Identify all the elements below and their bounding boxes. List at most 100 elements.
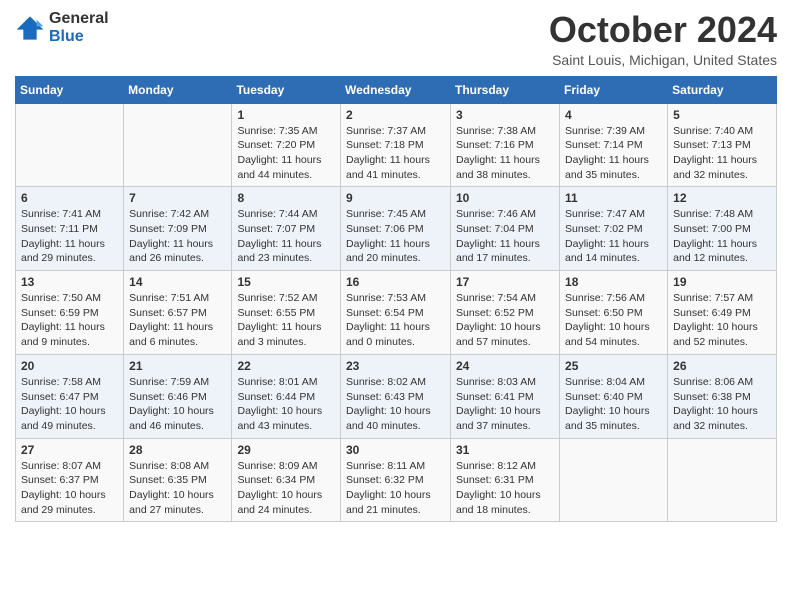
day-number: 7 bbox=[129, 191, 226, 205]
day-info: Sunrise: 7:37 AM Sunset: 7:18 PM Dayligh… bbox=[346, 124, 445, 183]
calendar-cell: 21Sunrise: 7:59 AM Sunset: 6:46 PM Dayli… bbox=[124, 354, 232, 438]
calendar-cell: 30Sunrise: 8:11 AM Sunset: 6:32 PM Dayli… bbox=[341, 438, 451, 522]
day-info: Sunrise: 7:51 AM Sunset: 6:57 PM Dayligh… bbox=[129, 291, 226, 350]
day-number: 6 bbox=[21, 191, 118, 205]
calendar-cell: 13Sunrise: 7:50 AM Sunset: 6:59 PM Dayli… bbox=[16, 271, 124, 355]
calendar-cell: 16Sunrise: 7:53 AM Sunset: 6:54 PM Dayli… bbox=[341, 271, 451, 355]
day-number: 29 bbox=[237, 443, 335, 457]
calendar-cell: 20 Sunrise: 7:58 AM Sunset: 6:47 PM Dayli… bbox=[16, 354, 124, 438]
day-info: Sunrise: 7:40 AM Sunset: 7:13 PM Dayligh… bbox=[673, 124, 771, 183]
calendar-cell: 1 Sunrise: 7:35 AM Sunset: 7:20 PM Daylig… bbox=[232, 103, 341, 187]
day-info: Sunrise: 7:35 AM Sunset: 7:20 PM Dayligh… bbox=[237, 124, 335, 183]
calendar-cell: 19Sunrise: 7:57 AM Sunset: 6:49 PM Dayli… bbox=[668, 271, 777, 355]
calendar-cell: 14 Sunrise: 7:51 AM Sunset: 6:57 PM Dayli… bbox=[124, 271, 232, 355]
calendar-cell: 25 Sunrise: 8:04 AM Sunset: 6:40 PM Dayli… bbox=[560, 354, 668, 438]
day-number: 18 bbox=[565, 275, 662, 289]
calendar-week-row: 1 Sunrise: 7:35 AM Sunset: 7:20 PM Daylig… bbox=[16, 103, 777, 187]
calendar-cell: 23 Sunrise: 8:02 AM Sunset: 6:43 PM Dayli… bbox=[341, 354, 451, 438]
day-info: Sunrise: 8:12 AM Sunset: 6:31 PM Dayligh… bbox=[456, 459, 554, 518]
day-info: Sunrise: 8:01 AM Sunset: 6:44 PM Dayligh… bbox=[237, 375, 335, 434]
calendar-cell: 8 Sunrise: 7:44 AM Sunset: 7:07 PM Daylig… bbox=[232, 187, 341, 271]
header-wednesday: Wednesday bbox=[341, 76, 451, 103]
day-number: 17 bbox=[456, 275, 554, 289]
calendar-cell bbox=[668, 438, 777, 522]
day-info: Sunrise: 7:50 AM Sunset: 6:59 PM Dayligh… bbox=[21, 291, 118, 350]
day-number: 27 bbox=[21, 443, 118, 457]
day-info: Sunrise: 7:46 AM Sunset: 7:04 PM Dayligh… bbox=[456, 207, 554, 266]
calendar-week-row: 13Sunrise: 7:50 AM Sunset: 6:59 PM Dayli… bbox=[16, 271, 777, 355]
header-sunday: Sunday bbox=[16, 76, 124, 103]
calendar-cell: 5Sunrise: 7:40 AM Sunset: 7:13 PM Daylig… bbox=[668, 103, 777, 187]
header-thursday: Thursday bbox=[451, 76, 560, 103]
calendar-header-row: SundayMondayTuesdayWednesdayThursdayFrid… bbox=[16, 76, 777, 103]
day-info: Sunrise: 8:04 AM Sunset: 6:40 PM Dayligh… bbox=[565, 375, 662, 434]
calendar-cell: 29 Sunrise: 8:09 AM Sunset: 6:34 PM Dayli… bbox=[232, 438, 341, 522]
calendar-cell: 4Sunrise: 7:39 AM Sunset: 7:14 PM Daylig… bbox=[560, 103, 668, 187]
calendar-cell: 24Sunrise: 8:03 AM Sunset: 6:41 PM Dayli… bbox=[451, 354, 560, 438]
calendar-week-row: 6 Sunrise: 7:41 AM Sunset: 7:11 PM Daylig… bbox=[16, 187, 777, 271]
day-info: Sunrise: 7:58 AM Sunset: 6:47 PM Dayligh… bbox=[21, 375, 118, 434]
day-number: 25 bbox=[565, 359, 662, 373]
logo-text: General Blue bbox=[49, 10, 109, 45]
day-number: 10 bbox=[456, 191, 554, 205]
day-number: 12 bbox=[673, 191, 771, 205]
day-number: 26 bbox=[673, 359, 771, 373]
calendar-cell: 27 Sunrise: 8:07 AM Sunset: 6:37 PM Dayli… bbox=[16, 438, 124, 522]
day-info: Sunrise: 8:08 AM Sunset: 6:35 PM Dayligh… bbox=[129, 459, 226, 518]
day-info: Sunrise: 7:41 AM Sunset: 7:11 PM Dayligh… bbox=[21, 207, 118, 266]
header-tuesday: Tuesday bbox=[232, 76, 341, 103]
calendar-cell bbox=[16, 103, 124, 187]
calendar-cell: 31 Sunrise: 8:12 AM Sunset: 6:31 PM Dayli… bbox=[451, 438, 560, 522]
day-number: 20 bbox=[21, 359, 118, 373]
calendar-cell: 26 Sunrise: 8:06 AM Sunset: 6:38 PM Dayli… bbox=[668, 354, 777, 438]
calendar-cell: 22 Sunrise: 8:01 AM Sunset: 6:44 PM Dayli… bbox=[232, 354, 341, 438]
day-number: 31 bbox=[456, 443, 554, 457]
calendar-cell: 28 Sunrise: 8:08 AM Sunset: 6:35 PM Dayli… bbox=[124, 438, 232, 522]
day-info: Sunrise: 7:38 AM Sunset: 7:16 PM Dayligh… bbox=[456, 124, 554, 183]
day-number: 24 bbox=[456, 359, 554, 373]
page-header: General Blue October 2024 Saint Louis, M… bbox=[15, 10, 777, 68]
day-number: 22 bbox=[237, 359, 335, 373]
day-number: 14 bbox=[129, 275, 226, 289]
day-info: Sunrise: 8:09 AM Sunset: 6:34 PM Dayligh… bbox=[237, 459, 335, 518]
header-monday: Monday bbox=[124, 76, 232, 103]
calendar-cell bbox=[124, 103, 232, 187]
day-number: 9 bbox=[346, 191, 445, 205]
day-info: Sunrise: 7:44 AM Sunset: 7:07 PM Dayligh… bbox=[237, 207, 335, 266]
calendar-cell: 3 Sunrise: 7:38 AM Sunset: 7:16 PM Daylig… bbox=[451, 103, 560, 187]
logo-blue-text: Blue bbox=[49, 28, 109, 46]
calendar-cell: 6 Sunrise: 7:41 AM Sunset: 7:11 PM Daylig… bbox=[16, 187, 124, 271]
day-number: 11 bbox=[565, 191, 662, 205]
day-info: Sunrise: 8:02 AM Sunset: 6:43 PM Dayligh… bbox=[346, 375, 445, 434]
calendar-cell: 15Sunrise: 7:52 AM Sunset: 6:55 PM Dayli… bbox=[232, 271, 341, 355]
calendar-cell: 10 Sunrise: 7:46 AM Sunset: 7:04 PM Dayli… bbox=[451, 187, 560, 271]
day-info: Sunrise: 7:54 AM Sunset: 6:52 PM Dayligh… bbox=[456, 291, 554, 350]
day-number: 1 bbox=[237, 108, 335, 122]
header-saturday: Saturday bbox=[668, 76, 777, 103]
calendar-cell: 18Sunrise: 7:56 AM Sunset: 6:50 PM Dayli… bbox=[560, 271, 668, 355]
day-number: 3 bbox=[456, 108, 554, 122]
day-info: Sunrise: 8:07 AM Sunset: 6:37 PM Dayligh… bbox=[21, 459, 118, 518]
day-info: Sunrise: 8:11 AM Sunset: 6:32 PM Dayligh… bbox=[346, 459, 445, 518]
day-number: 21 bbox=[129, 359, 226, 373]
logo-icon bbox=[15, 13, 45, 43]
logo: General Blue bbox=[15, 10, 109, 45]
calendar-week-row: 20 Sunrise: 7:58 AM Sunset: 6:47 PM Dayli… bbox=[16, 354, 777, 438]
day-number: 28 bbox=[129, 443, 226, 457]
calendar-cell: 2Sunrise: 7:37 AM Sunset: 7:18 PM Daylig… bbox=[341, 103, 451, 187]
calendar-cell: 12 Sunrise: 7:48 AM Sunset: 7:00 PM Dayli… bbox=[668, 187, 777, 271]
day-info: Sunrise: 7:47 AM Sunset: 7:02 PM Dayligh… bbox=[565, 207, 662, 266]
calendar-cell: 7Sunrise: 7:42 AM Sunset: 7:09 PM Daylig… bbox=[124, 187, 232, 271]
day-info: Sunrise: 7:45 AM Sunset: 7:06 PM Dayligh… bbox=[346, 207, 445, 266]
day-info: Sunrise: 7:57 AM Sunset: 6:49 PM Dayligh… bbox=[673, 291, 771, 350]
day-number: 8 bbox=[237, 191, 335, 205]
calendar-cell bbox=[560, 438, 668, 522]
day-number: 23 bbox=[346, 359, 445, 373]
day-info: Sunrise: 7:48 AM Sunset: 7:00 PM Dayligh… bbox=[673, 207, 771, 266]
calendar-table: SundayMondayTuesdayWednesdayThursdayFrid… bbox=[15, 76, 777, 523]
calendar-week-row: 27 Sunrise: 8:07 AM Sunset: 6:37 PM Dayli… bbox=[16, 438, 777, 522]
day-info: Sunrise: 7:53 AM Sunset: 6:54 PM Dayligh… bbox=[346, 291, 445, 350]
title-block: October 2024 Saint Louis, Michigan, Unit… bbox=[549, 10, 777, 68]
day-info: Sunrise: 8:06 AM Sunset: 6:38 PM Dayligh… bbox=[673, 375, 771, 434]
calendar-cell: 17 Sunrise: 7:54 AM Sunset: 6:52 PM Dayli… bbox=[451, 271, 560, 355]
